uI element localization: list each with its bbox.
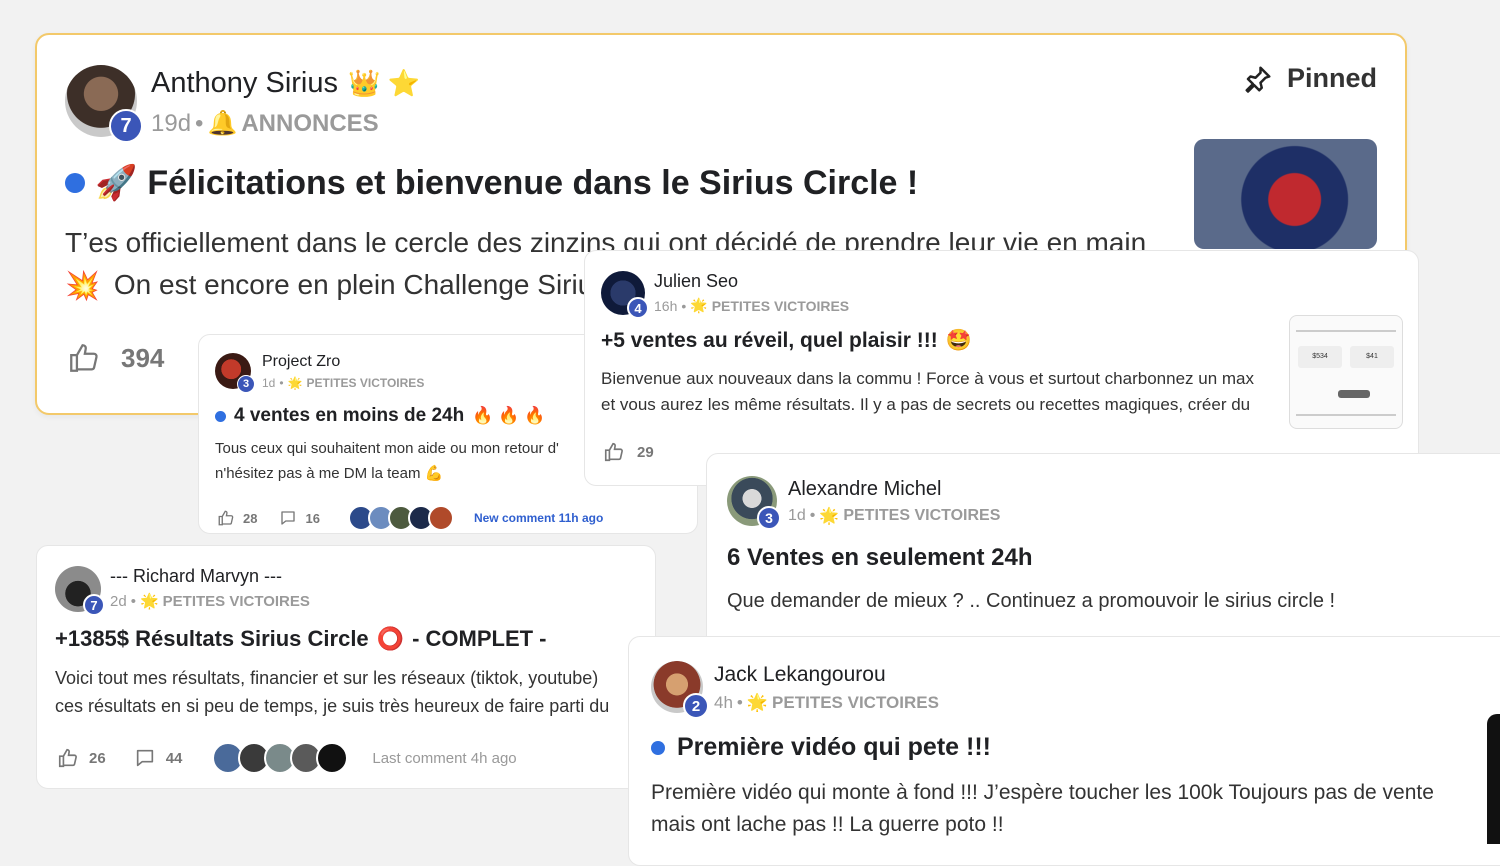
avatar: [316, 742, 349, 774]
post-excerpt-line1: Voici tout mes résultats, financier et s…: [55, 668, 599, 688]
level-badge: 7: [83, 594, 105, 616]
author-badges: 👑 ⭐: [348, 68, 420, 98]
avatar[interactable]: 3: [727, 476, 781, 530]
category-emoji: 🌟: [819, 508, 840, 525]
comment-icon[interactable]: [134, 747, 156, 769]
category-label[interactable]: PETITES VICTOIRES: [163, 593, 310, 610]
excerpt-emoji: 💥: [65, 270, 100, 301]
author-name[interactable]: --- Richard Marvyn ---: [110, 566, 282, 587]
post-title[interactable]: Première vidéo qui pete !!!: [677, 733, 991, 762]
like-icon[interactable]: [67, 341, 101, 375]
like-icon[interactable]: [603, 441, 625, 463]
level-badge: 2: [683, 693, 709, 719]
author-name[interactable]: Jack Lekangourou: [714, 663, 886, 687]
title-suffix: - COMPLET -: [412, 626, 547, 651]
post-thumbnail[interactable]: [1194, 139, 1377, 249]
unread-dot: [215, 410, 226, 422]
category-emoji: 🌟: [139, 593, 159, 610]
category-emoji: 🔔: [207, 110, 238, 137]
post-card-richard[interactable]: 7 --- Richard Marvyn --- 2d • 🌟 PETITES …: [36, 545, 656, 789]
post-excerpt-line1: Que demander de mieux ? .. Continuez a p…: [727, 590, 1336, 612]
post-time: 4h: [714, 693, 733, 712]
post-excerpt-line2: On est encore en plein Challenge Sirius: [113, 269, 595, 300]
avatar[interactable]: 2: [651, 661, 709, 719]
author-name[interactable]: Alexandre Michel: [788, 478, 941, 501]
avatar[interactable]: 3: [215, 353, 255, 393]
author-name[interactable]: Julien Seo: [654, 271, 738, 292]
pinned-indicator: Pinned: [1243, 63, 1377, 94]
post-excerpt-line2: mais ont lache pas !! La guerre poto !!: [651, 813, 1004, 836]
post-title[interactable]: Félicitations et bienvenue dans le Siriu…: [147, 164, 918, 203]
level-badge: 7: [109, 109, 143, 143]
post-excerpt-line1: Première vidéo qui monte à fond !!! J’es…: [651, 781, 1434, 804]
comment-count: 16: [305, 510, 320, 526]
title-emoji: 🤩: [945, 329, 972, 352]
post-thumbnail[interactable]: $534 $41: [1289, 315, 1403, 429]
post-card-julien[interactable]: 4 Julien Seo 16h • 🌟 PETITES VICTOIRES +…: [584, 250, 1419, 486]
post-title[interactable]: +1385$ Résultats Sirius Circle: [55, 626, 369, 652]
thumb-stat-2: $41: [1350, 346, 1394, 368]
level-badge: 3: [237, 375, 255, 393]
avatar[interactable]: 7: [65, 65, 143, 143]
unread-dot: [651, 740, 665, 755]
pin-icon: [1245, 66, 1271, 93]
like-count: 26: [89, 749, 106, 767]
avatar: [427, 505, 454, 531]
comment-icon[interactable]: [279, 509, 297, 527]
unread-dot: [65, 173, 85, 193]
level-badge: 3: [757, 506, 781, 530]
author-name[interactable]: Project Zro: [262, 353, 340, 371]
category-emoji: 🌟: [287, 376, 303, 390]
like-count: 28: [243, 510, 258, 526]
post-card-jack[interactable]: 2 Jack Lekangourou 4h • 🌟 PETITES VICTOI…: [628, 636, 1500, 866]
level-badge: 4: [627, 297, 649, 319]
avatar[interactable]: 4: [601, 271, 649, 319]
category-label[interactable]: PETITES VICTOIRES: [712, 298, 849, 314]
post-title[interactable]: 6 Ventes en seulement 24h: [727, 544, 1032, 572]
category-label[interactable]: PETITES VICTOIRES: [772, 693, 939, 713]
device-edge: [1487, 714, 1500, 844]
like-count: 29: [637, 443, 654, 461]
post-excerpt-line1: Bienvenue aux nouveaux dans la commu ! F…: [601, 369, 1254, 388]
comment-count: 44: [165, 749, 183, 767]
post-excerpt-line2: et vous aurez les même résultats. Il y a…: [601, 395, 1251, 414]
like-icon[interactable]: [57, 747, 79, 769]
avatar[interactable]: 7: [55, 566, 105, 616]
category-label[interactable]: PETITES VICTOIRES: [307, 376, 425, 390]
title-emoji: ⭕: [376, 626, 405, 651]
category-label[interactable]: PETITES VICTOIRES: [843, 507, 1000, 525]
activity-label[interactable]: Last comment 4h ago: [372, 750, 516, 767]
like-icon[interactable]: [217, 509, 235, 527]
post-title[interactable]: +5 ventes au réveil, quel plaisir !!!: [601, 329, 938, 353]
category-emoji: 🌟: [746, 693, 769, 712]
post-card-alexandre[interactable]: 3 Alexandre Michel 1d • 🌟 PETITES VICTOI…: [706, 453, 1500, 653]
commenter-avatars[interactable]: [212, 742, 349, 774]
post-title[interactable]: 4 ventes en moins de 24h: [234, 405, 464, 427]
category-emoji: 🌟: [690, 297, 708, 313]
post-excerpt-line2: ces résultats en si peu de temps, je sui…: [55, 696, 610, 716]
author-name[interactable]: Anthony Sirius: [151, 67, 338, 100]
post-time: 19d: [151, 109, 192, 137]
thumb-stat-1: $534: [1298, 346, 1342, 368]
title-emojis: 🔥 🔥 🔥: [472, 406, 546, 425]
post-time: 1d: [788, 507, 806, 524]
commenter-avatars[interactable]: [347, 505, 454, 531]
post-time: 16h: [654, 297, 678, 314]
title-emoji: 🚀: [95, 164, 138, 202]
like-count: 394: [121, 342, 165, 373]
activity-label[interactable]: New comment 11h ago: [474, 511, 603, 525]
post-time: 1d: [262, 376, 276, 390]
category-label[interactable]: ANNONCES: [241, 110, 378, 138]
post-time: 2d: [110, 592, 127, 610]
